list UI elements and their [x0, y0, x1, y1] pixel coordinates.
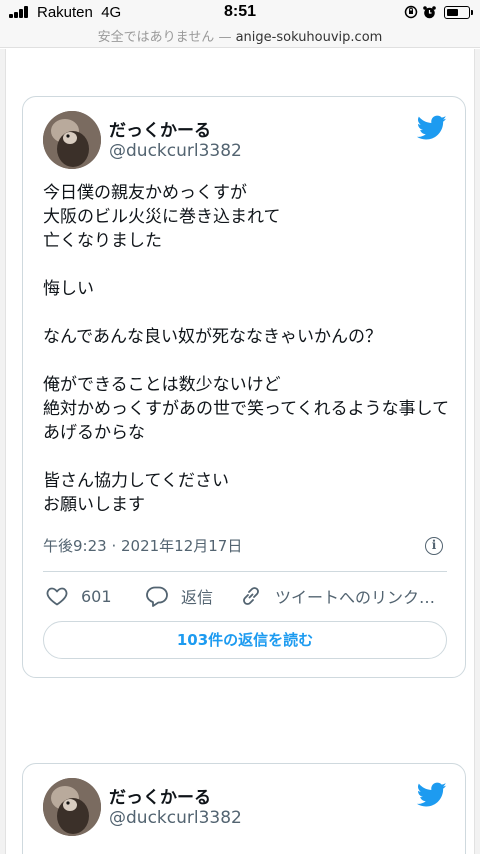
- tweet-card[interactable]: だっくかーる @duckcurl3382: [22, 763, 466, 854]
- tweet-line-blank: [43, 349, 453, 373]
- tweet-line-blank: [43, 253, 453, 277]
- page-right-edge: [474, 49, 480, 854]
- tweet-line: 今日僕の親友かめっくすが: [43, 183, 247, 203]
- display-name[interactable]: だっくかーる: [109, 116, 211, 141]
- tweet-line: 皆さん協力してください: [43, 471, 229, 491]
- tweet-line: 絶対かめっくすがあの世で笑ってくれるような事して: [43, 399, 450, 419]
- tweet-line: お願いします: [43, 495, 145, 515]
- reply-bubble-icon: [146, 586, 168, 607]
- twitter-bird-icon[interactable]: [417, 782, 447, 808]
- avatar[interactable]: [43, 778, 101, 836]
- user-handle[interactable]: @duckcurl3382: [109, 808, 242, 828]
- url-separator: —: [218, 30, 232, 45]
- tweet-line-blank: [43, 301, 453, 325]
- copy-link-button[interactable]: ツイートへのリンク…: [239, 581, 435, 611]
- tweet-line: なんであんな良い奴が死ななきゃいかんの？: [43, 327, 382, 347]
- tweet-timestamp[interactable]: 午後9:23 · 2021年12月17日: [43, 535, 242, 556]
- heart-icon: [46, 587, 68, 606]
- link-icon: [243, 587, 259, 605]
- tweet-line: 俺ができることは数少ないけど: [43, 375, 281, 395]
- like-count: 601: [81, 586, 112, 606]
- user-handle[interactable]: @duckcurl3382: [109, 141, 242, 161]
- tweet-line: 悔しい: [43, 279, 94, 299]
- page-left-edge: [0, 49, 6, 854]
- read-replies-button[interactable]: 103件の返信を読む: [43, 621, 447, 659]
- status-bar: Rakuten 4G 8:51: [0, 0, 480, 26]
- security-warning: 安全ではありません: [97, 30, 215, 45]
- twitter-bird-icon[interactable]: [417, 115, 447, 141]
- address-bar[interactable]: 安全ではありません — anige-sokuhouvip.com: [0, 26, 480, 48]
- reply-label: 返信: [181, 588, 214, 607]
- tweet-line: あげるからな: [43, 423, 145, 443]
- alarm-icon: [422, 5, 437, 24]
- tweet-body: 今日僕の親友かめっくすが 大阪のビル火災に巻き込まれて 亡くなりました 悔しい …: [43, 181, 453, 517]
- orientation-lock-icon: [404, 5, 418, 23]
- copy-link-label: ツイートへのリンク…: [275, 588, 436, 607]
- divider: [43, 571, 447, 572]
- tweet-actions: 601 返信 ツイートへのリンク…: [43, 581, 447, 611]
- avatar[interactable]: [43, 111, 101, 169]
- info-icon[interactable]: i: [425, 537, 443, 555]
- tweet-line: 亡くなりました: [43, 231, 162, 251]
- reply-button[interactable]: 返信: [145, 581, 213, 611]
- tweet-line-blank: [43, 445, 453, 469]
- tweet-line: 大阪のビル火災に巻き込まれて: [43, 207, 281, 227]
- like-button[interactable]: 601: [45, 581, 112, 611]
- tweet-card[interactable]: だっくかーる @duckcurl3382 今日僕の親友かめっくすが 大阪のビル火…: [22, 96, 466, 678]
- display-name[interactable]: だっくかーる: [109, 783, 211, 808]
- battery-icon: [444, 6, 473, 19]
- url-domain: anige-sokuhouvip.com: [235, 30, 383, 45]
